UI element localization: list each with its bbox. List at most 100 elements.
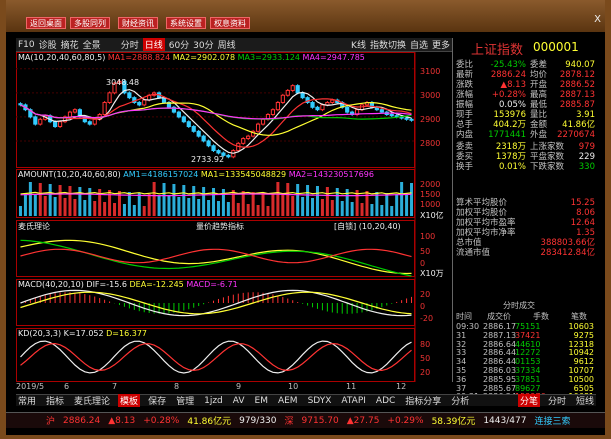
multi-stock-button[interactable]: 多股同列	[70, 17, 110, 29]
volume-bar	[83, 200, 87, 216]
date-tick: 7	[112, 382, 118, 391]
settings-button[interactable]: 系统设置	[166, 17, 206, 29]
price-axis-tick: 2900	[420, 115, 441, 124]
chart-area[interactable]: MA(10,20,40,60,80,5) MA1=2888.824 MA2=29…	[16, 52, 452, 382]
close-icon[interactable]: X	[594, 14, 601, 25]
volume-bar	[395, 194, 399, 216]
volume-bar	[291, 196, 295, 216]
tab-daily[interactable]: 日线	[142, 38, 165, 51]
volume-bar	[340, 201, 344, 216]
candle-body	[226, 154, 231, 158]
tab-2[interactable]: 麦氏理论	[72, 394, 112, 407]
candle-body	[72, 109, 78, 113]
tab-60min[interactable]: 60分	[169, 38, 189, 51]
candle-body	[330, 99, 335, 103]
status-bar: 沪 2886.24 ▲8.13 +0.28% 41.86亿元 979/330 深…	[6, 412, 605, 428]
kd-axis-tick: 50	[420, 354, 431, 363]
panorama-button[interactable]: 全景	[83, 38, 101, 51]
tab-0[interactable]: 常用	[16, 394, 38, 407]
tab-9[interactable]: AEM	[276, 396, 300, 406]
volume-bar	[261, 193, 265, 216]
bottom-tabs: 常用 指标 麦氏理论 模板 保存 管理 1jzd AV EM AEM SDYX ATAPI ADC 指标分…	[16, 394, 596, 407]
desktop-button[interactable]: 返回桌面	[26, 17, 66, 29]
candle-body	[53, 121, 58, 128]
sz-change: ▲27.75	[346, 415, 380, 426]
tab-13[interactable]: 指标分享	[403, 394, 443, 407]
kd-axis-tick: 20	[420, 368, 431, 377]
date-tick: 6	[64, 382, 70, 391]
tab-6[interactable]: 1jzd	[202, 396, 225, 406]
tab-right-1[interactable]: 分时	[546, 394, 568, 407]
quote-row: 内盘 1771441 外盘 2270674	[456, 130, 595, 140]
tab-7[interactable]: AV	[231, 396, 247, 406]
quote-row: 总手 404.2万 金额 41.86亿	[456, 120, 595, 130]
trades-header: 时间 成交价 手数 笔数	[456, 312, 587, 321]
amount-legend: AMOUNT(10,20,40,60,80) AM1=4186157024 MA…	[18, 170, 374, 179]
index-switch-button[interactable]: 指数切换	[370, 38, 406, 51]
volume-bar	[43, 196, 47, 216]
quote-panel: 上证指数 000001 委比 -25.43% 委差 940.07 最新 2886.…	[452, 38, 597, 401]
tab-intraday[interactable]: 分时	[121, 38, 139, 51]
market-stat-row: 加权平均市盈率 12.64	[456, 218, 595, 228]
rights-button[interactable]: 权息资料	[210, 17, 250, 29]
volume-bar	[132, 205, 136, 216]
date-tick: 10	[288, 382, 299, 391]
market-stat-row: 流通市值 283412.84亿	[456, 248, 595, 258]
volume-bar	[385, 193, 389, 216]
volume-bar	[202, 187, 206, 216]
tab-4[interactable]: 保存	[146, 394, 168, 407]
date-tick: 9	[236, 382, 242, 391]
leader-axis-tick: 100	[420, 232, 436, 241]
diagnose-button[interactable]: 诊股	[39, 38, 57, 51]
volume-bar	[325, 187, 329, 216]
volume-bar	[212, 188, 216, 216]
tab-8[interactable]: EM	[253, 396, 270, 406]
volume-bar	[400, 182, 404, 216]
volume-bar	[271, 194, 275, 216]
candle-body	[310, 101, 315, 108]
volume-bar	[48, 184, 52, 216]
tab-weekly[interactable]: 周线	[218, 38, 236, 51]
tab-14[interactable]: 分析	[449, 394, 471, 407]
candle-body	[260, 118, 266, 125]
leader-axis-tick: 0	[420, 259, 426, 268]
f10-button[interactable]: F10	[18, 40, 35, 50]
tab-5[interactable]: 管理	[174, 394, 196, 407]
market-stat-row: 加权平均市净率 1.35	[456, 228, 595, 238]
volume-bar	[311, 198, 315, 216]
volume-bar	[360, 203, 364, 216]
news-button[interactable]: 财经资讯	[118, 17, 158, 29]
tab-1[interactable]: 指标	[44, 394, 66, 407]
volume-bar	[226, 202, 230, 216]
tab-10[interactable]: SDYX	[306, 396, 334, 406]
sz-label: 深	[284, 417, 294, 427]
date-tick: 8	[174, 382, 180, 391]
macd-axis-tick: 20	[420, 290, 431, 299]
quote-row: 委买 1378万 平盘家数 229	[456, 152, 595, 162]
watchlist-button[interactable]: 自选	[410, 38, 428, 51]
trades-title: 分时成交	[503, 301, 535, 310]
connection-status: 连接三索	[534, 417, 571, 427]
tab-12[interactable]: ADC	[374, 396, 397, 406]
candle-body	[295, 85, 300, 94]
tab-right-2[interactable]: 短线	[574, 394, 596, 407]
tab-11[interactable]: ATAPI	[339, 396, 368, 406]
quote-row: 现手 153976 量比 3.91	[456, 110, 595, 120]
more-button[interactable]: 更多	[432, 38, 450, 51]
market-stat-row: 加权平均股价 8.06	[456, 208, 595, 218]
volume-bar	[93, 201, 97, 216]
candle-body	[280, 94, 285, 103]
volume-bar	[236, 203, 240, 216]
amt-axis-tick: 1000	[420, 200, 441, 209]
candle-body	[211, 145, 216, 152]
index-code: 000001	[533, 40, 579, 54]
kline-button[interactable]: K线	[351, 38, 366, 51]
flower-button[interactable]: 摘花	[61, 38, 79, 51]
candle-body	[404, 117, 409, 120]
volume-bar	[315, 186, 319, 216]
tab-right-0[interactable]: 分笔	[517, 394, 540, 407]
tab-3[interactable]: 模板	[118, 394, 141, 407]
volume-bar	[370, 204, 374, 216]
tab-30min[interactable]: 30分	[193, 38, 213, 51]
amt-axis-tick: 2000	[420, 180, 441, 189]
